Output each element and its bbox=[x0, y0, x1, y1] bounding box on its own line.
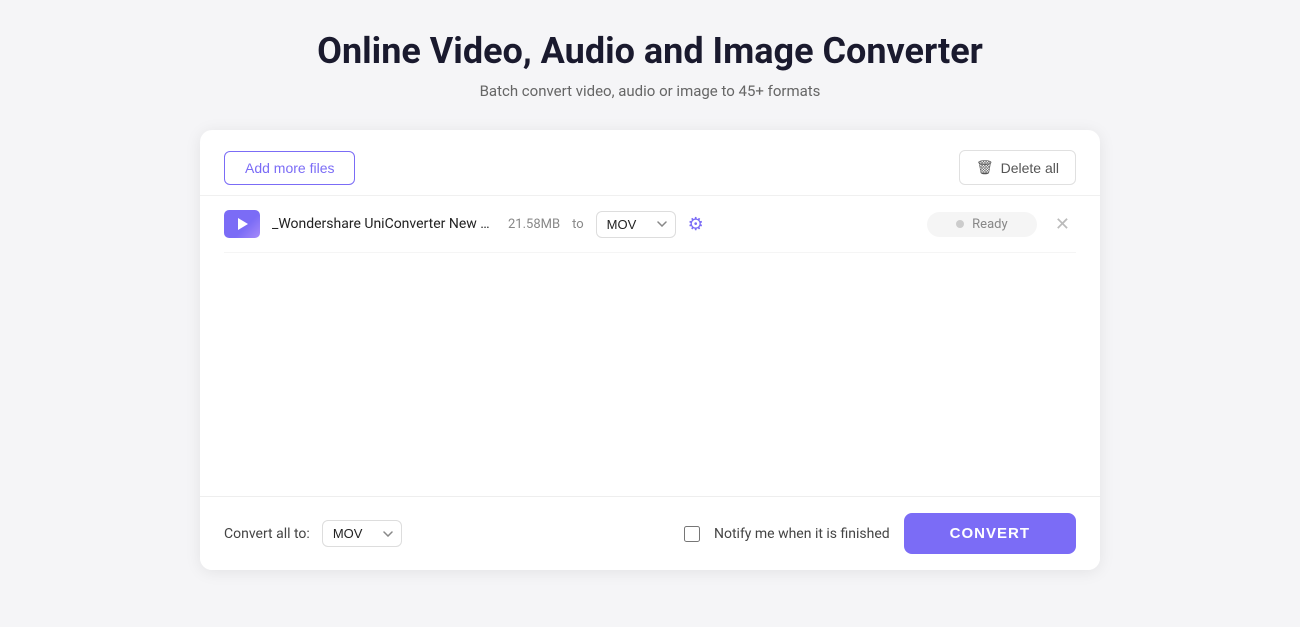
panel-bottom: Convert all to: MOV MP4 AVI MKV WMV FLV … bbox=[200, 496, 1100, 570]
play-icon bbox=[238, 218, 248, 230]
status-badge: Ready bbox=[927, 212, 1037, 237]
file-list: _Wondershare UniConverter New Ver.... 21… bbox=[200, 196, 1100, 496]
page-title: Online Video, Audio and Image Converter bbox=[317, 30, 983, 72]
notify-label: Notify me when it is finished bbox=[714, 526, 890, 542]
file-thumbnail bbox=[224, 210, 260, 238]
to-label: to bbox=[572, 217, 584, 232]
page-wrapper: Online Video, Audio and Image Converter … bbox=[20, 30, 1280, 570]
convert-button[interactable]: CONVERT bbox=[904, 513, 1076, 554]
page-subtitle: Batch convert video, audio or image to 4… bbox=[317, 82, 983, 100]
settings-icon[interactable]: ⚙ bbox=[688, 214, 704, 235]
add-files-button[interactable]: Add more files bbox=[224, 151, 355, 185]
convert-all-format-select[interactable]: MOV MP4 AVI MKV WMV FLV MP3 AAC WAV JPG … bbox=[322, 520, 402, 547]
bottom-right: Notify me when it is finished CONVERT bbox=[684, 513, 1076, 554]
delete-all-button[interactable]: 🗑 Delete all bbox=[959, 150, 1076, 185]
trash-icon: 🗑 bbox=[976, 159, 994, 176]
bottom-left: Convert all to: MOV MP4 AVI MKV WMV FLV … bbox=[224, 520, 402, 547]
main-panel: Add more files 🗑 Delete all _Wondershare… bbox=[200, 130, 1100, 570]
remove-file-button[interactable]: ✕ bbox=[1049, 212, 1076, 237]
file-name: _Wondershare UniConverter New Ver.... bbox=[272, 216, 492, 232]
table-row: _Wondershare UniConverter New Ver.... 21… bbox=[224, 196, 1076, 253]
panel-toolbar: Add more files 🗑 Delete all bbox=[200, 130, 1100, 196]
format-select[interactable]: MOV MP4 AVI MKV WMV FLV MP3 AAC WAV JPG … bbox=[596, 211, 676, 238]
status-text: Ready bbox=[972, 217, 1007, 232]
page-header: Online Video, Audio and Image Converter … bbox=[317, 30, 983, 100]
file-size: 21.58MB bbox=[508, 217, 560, 232]
convert-all-label: Convert all to: bbox=[224, 526, 310, 542]
delete-all-label: Delete all bbox=[1001, 160, 1059, 176]
notify-checkbox[interactable] bbox=[684, 526, 700, 542]
status-dot bbox=[956, 220, 964, 228]
